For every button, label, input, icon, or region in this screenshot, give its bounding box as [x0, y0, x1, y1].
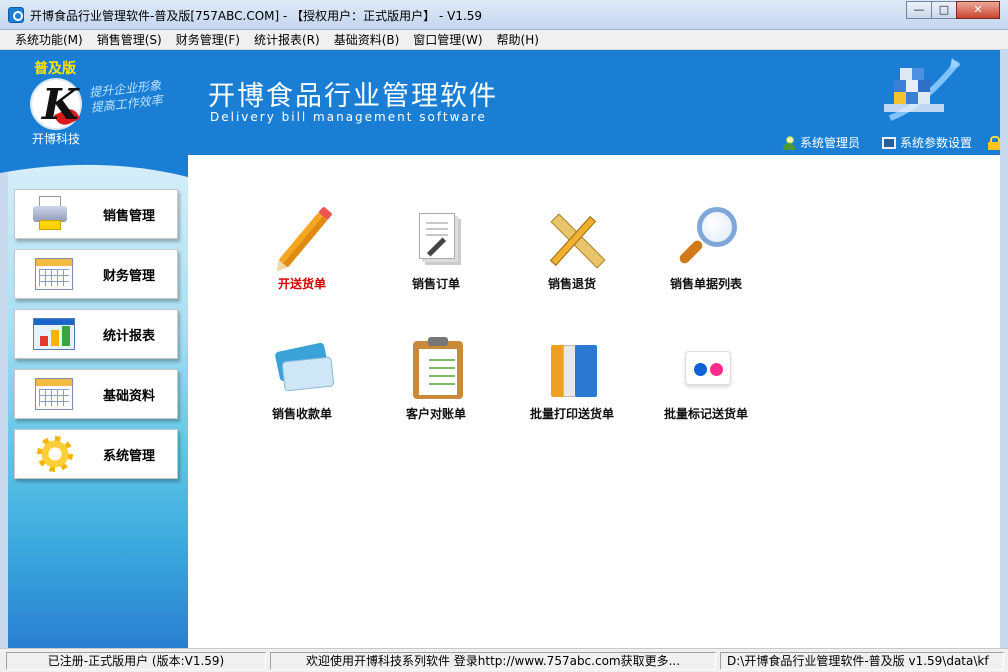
- menu-bar: 系统功能(M) 销售管理(S) 财务管理(F) 统计报表(R) 基础资料(B) …: [0, 30, 1008, 50]
- header-banner: 普及版 K 开博科技 提升企业形象 提高工作效率 开博食品行业管理软件 Deli…: [0, 50, 1008, 155]
- window-controls: — □ ✕: [906, 1, 1000, 19]
- sidebar-item-finance[interactable]: 财务管理: [14, 249, 178, 299]
- sidebar: 销售管理 财务管理 统计报表 基础资料 系统管理: [8, 155, 188, 648]
- tile-label: 批量打印送货单: [529, 407, 614, 421]
- admin-label: 系统管理员: [799, 136, 860, 150]
- pencil-icon: [267, 207, 337, 271]
- credit-card-icon: [267, 337, 337, 401]
- sidebar-item-sales[interactable]: 销售管理: [14, 189, 178, 239]
- tile-label: 开送货单: [277, 277, 326, 291]
- admin-link[interactable]: 系统管理员: [782, 134, 860, 151]
- sidebar-item-label: 销售管理: [103, 208, 156, 224]
- menu-finance[interactable]: 财务管理(F): [169, 30, 247, 49]
- sidebar-item-label: 统计报表: [103, 328, 156, 344]
- company-name: 开博科技: [32, 132, 81, 146]
- status-registration: 已注册-正式版用户 (版本:V1.59): [6, 652, 266, 670]
- close-button[interactable]: ✕: [956, 1, 1000, 19]
- tile-sales-list[interactable]: 销售单据列表: [646, 207, 766, 292]
- menu-system[interactable]: 系统功能(M): [8, 30, 90, 49]
- tile-label: 批量标记送货单: [663, 407, 748, 421]
- tile-label: 销售收款单: [271, 407, 332, 421]
- sidebar-item-system[interactable]: 系统管理: [14, 429, 178, 479]
- monitor-icon: [881, 136, 896, 149]
- tile-sales-return[interactable]: 销售退货: [512, 207, 632, 292]
- maximize-button[interactable]: □: [931, 1, 957, 19]
- menu-help[interactable]: 帮助(H): [490, 30, 546, 49]
- tile-label: 销售订单: [411, 277, 460, 291]
- clipboard-icon: [401, 337, 471, 401]
- bar-chart-icon: [29, 314, 81, 354]
- header-links: 系统管理员 系统参数设置: [766, 134, 1000, 151]
- app-icon[interactable]: [8, 7, 24, 23]
- menu-reports[interactable]: 统计报表(R): [247, 30, 327, 49]
- title-bar: 开博食品行业管理软件-普及版[757ABC.COM] - 【授权用户：正式版用户…: [0, 0, 1008, 30]
- binders-icon: [537, 337, 607, 401]
- calendar-icon: [29, 254, 81, 294]
- gear-icon: [29, 434, 81, 474]
- lock-icon[interactable]: [988, 135, 1000, 150]
- tile-sales-order[interactable]: 销售订单: [376, 207, 496, 292]
- status-path: D:\开博食品行业管理软件-普及版 v1.59\data\kf: [720, 652, 1004, 670]
- status-message: 欢迎使用开博科技系列软件 登录http://www.757abc.com获取更多…: [270, 652, 716, 670]
- tile-batch-mark[interactable]: 批量标记送货单: [646, 337, 766, 422]
- window-title: 开博食品行业管理软件-普及版[757ABC.COM] - 【授权用户：正式版用户…: [30, 9, 483, 23]
- cube-graphic-icon: [884, 58, 960, 121]
- minimize-button[interactable]: —: [906, 1, 932, 19]
- settings-link[interactable]: 系统参数设置: [881, 134, 972, 151]
- app-subtitle: Delivery bill management software: [210, 110, 487, 124]
- tile-receipt[interactable]: 销售收款单: [242, 337, 362, 422]
- main-panel: 开送货单 销售订单 销售退货 销售单据列表 销售收款单 客户对账单 批量打印送货…: [188, 155, 1000, 648]
- tile-label: 销售退货: [547, 277, 596, 291]
- app-title: 开博食品行业管理软件: [208, 81, 498, 112]
- tile-label: 销售单据列表: [669, 277, 742, 291]
- sidebar-header-curve: [0, 155, 188, 177]
- dots-icon: [671, 337, 741, 401]
- document-icon: [401, 207, 471, 271]
- ruler-pencil-icon: [537, 207, 607, 271]
- printer-icon: [29, 194, 81, 234]
- menu-basic-data[interactable]: 基础资料(B): [327, 30, 407, 49]
- menu-window[interactable]: 窗口管理(W): [406, 30, 489, 49]
- menu-sales[interactable]: 销售管理(S): [90, 30, 169, 49]
- calendar-icon: [29, 374, 81, 414]
- sidebar-item-reports[interactable]: 统计报表: [14, 309, 178, 359]
- slogan: 提升企业形象 提高工作效率: [89, 78, 164, 115]
- tile-customer-statement[interactable]: 客户对账单: [376, 337, 496, 422]
- sidebar-item-label: 基础资料: [103, 388, 156, 404]
- edition-badge: 普及版: [34, 61, 76, 77]
- sidebar-item-basic-data[interactable]: 基础资料: [14, 369, 178, 419]
- frame-left: [0, 155, 8, 648]
- status-bar: 已注册-正式版用户 (版本:V1.59) 欢迎使用开博科技系列软件 登录http…: [0, 648, 1008, 672]
- user-icon: [782, 135, 796, 150]
- sidebar-item-label: 财务管理: [103, 268, 156, 284]
- frame-right: [1000, 50, 1008, 648]
- sidebar-item-label: 系统管理: [103, 448, 156, 464]
- tile-batch-print[interactable]: 批量打印送货单: [512, 337, 632, 422]
- tile-label: 客户对账单: [405, 407, 466, 421]
- magnifier-icon: [671, 207, 741, 271]
- settings-label: 系统参数设置: [899, 136, 972, 150]
- tile-new-delivery[interactable]: 开送货单: [242, 207, 362, 292]
- logo-letter: K: [42, 80, 79, 129]
